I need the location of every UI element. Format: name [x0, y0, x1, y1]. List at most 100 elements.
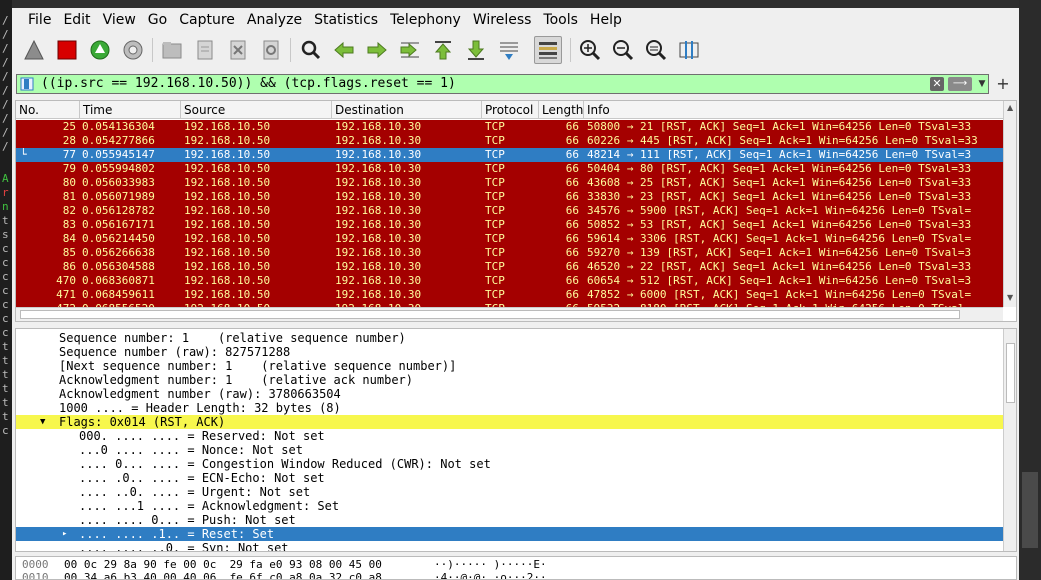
- menu-help[interactable]: Help: [584, 12, 628, 28]
- background-terminal-char: /: [2, 112, 9, 125]
- resize-columns-icon[interactable]: [675, 36, 703, 64]
- open-file-icon[interactable]: [158, 36, 186, 64]
- menu-edit[interactable]: Edit: [57, 12, 96, 28]
- menu-file[interactable]: File: [22, 12, 57, 28]
- detail-line[interactable]: .... ...1 .... = Acknowledgment: Set: [16, 499, 1003, 513]
- table-row[interactable]: 79 0.055994802 192.168.10.50 192.168.10.30 T…: [16, 162, 1003, 176]
- cell-proto: TCP: [485, 274, 505, 287]
- column-header-destination[interactable]: Destination: [332, 101, 482, 119]
- menu-capture[interactable]: Capture: [173, 12, 241, 28]
- menu-tools[interactable]: Tools: [537, 12, 584, 28]
- ascii-bytes[interactable]: ··)····· )·····E·: [434, 558, 547, 571]
- detail-line[interactable]: ...0 .... .... = Nonce: Not set: [16, 443, 1003, 457]
- cell-time: 0.056071989: [82, 190, 155, 203]
- cell-no: 28: [62, 134, 76, 147]
- zoom-out-icon[interactable]: [609, 36, 637, 64]
- table-row[interactable]: 77 0.055945147 192.168.10.50 192.168.10.30 T…: [16, 148, 1003, 162]
- detail-line[interactable]: ▸ .... .... .1.. = Reset: Set: [16, 527, 1003, 541]
- cell-dst: 192.168.10.30: [335, 288, 422, 301]
- table-row[interactable]: 84 0.056214450 192.168.10.50 192.168.10.30 T…: [16, 232, 1003, 246]
- cell-src: 192.168.10.50: [184, 274, 271, 287]
- detail-line[interactable]: Acknowledgment number (raw): 3780663504: [16, 387, 1003, 401]
- scroll-up-arrow-icon[interactable]: ▲: [1007, 103, 1013, 112]
- go-first-packet-icon[interactable]: [429, 36, 457, 64]
- table-row[interactable]: 470 0.068360871 192.168.10.50 192.168.10.30…: [16, 274, 1003, 288]
- close-file-icon[interactable]: [224, 36, 252, 64]
- column-header-source[interactable]: Source: [181, 101, 332, 119]
- go-forward-arrow-icon[interactable]: [363, 36, 391, 64]
- packet-list-horizontal-scrollbar[interactable]: [16, 307, 1003, 321]
- add-filter-button-icon[interactable]: +: [995, 74, 1011, 94]
- hex-bytes[interactable]: 00 0c 29 8a 90 fe 00 0c 29 fa e0 93 08 0…: [64, 558, 382, 571]
- clear-filter-icon[interactable]: ✕: [930, 77, 944, 91]
- detail-line[interactable]: .... 0... .... = Congestion Window Reduc…: [16, 457, 1003, 471]
- cell-proto: TCP: [485, 120, 505, 133]
- detail-line[interactable]: Sequence number (raw): 827571288: [16, 345, 1003, 359]
- column-header-info[interactable]: Info: [584, 101, 1003, 119]
- ascii-bytes[interactable]: ·4··@·@· ·o···2··: [434, 571, 547, 579]
- packet-list-vertical-scrollbar[interactable]: ▲ ▼: [1003, 101, 1016, 307]
- table-row[interactable]: 81 0.056071989 192.168.10.50 192.168.10.30 T…: [16, 190, 1003, 204]
- reload-file-icon[interactable]: [257, 36, 285, 64]
- detail-text: .... .... ..0. = Syn: Not set: [79, 541, 289, 552]
- table-row[interactable]: 28 0.054277866 192.168.10.50 192.168.10.30 T…: [16, 134, 1003, 148]
- column-header-protocol[interactable]: Protocol: [482, 101, 539, 119]
- expand-arrow-right-icon[interactable]: ▸: [62, 527, 67, 541]
- detail-line[interactable]: [Next sequence number: 1 (relative seque…: [16, 359, 1003, 373]
- detail-line[interactable]: .... .... 0... = Push: Not set: [16, 513, 1003, 527]
- background-terminal-char: s: [2, 228, 9, 241]
- capture-options-gear-icon[interactable]: [119, 36, 147, 64]
- table-row[interactable]: 471 0.068459611 192.168.10.50 192.168.10.30…: [16, 288, 1003, 302]
- normal-size-icon[interactable]: [642, 36, 670, 64]
- details-vertical-scrollbar[interactable]: [1003, 329, 1016, 551]
- flags-tree-item[interactable]: ▼ Flags: 0x014 (RST, ACK): [16, 415, 1003, 429]
- display-filter-input[interactable]: ((ip.src == 192.168.10.50)) && (tcp.flag…: [41, 76, 456, 91]
- shark-fin-start-icon[interactable]: [20, 36, 48, 64]
- detail-line[interactable]: .... .0.. .... = ECN-Echo: Not set: [16, 471, 1003, 485]
- go-last-packet-icon[interactable]: [462, 36, 490, 64]
- menu-statistics[interactable]: Statistics: [308, 12, 384, 28]
- column-header-no[interactable]: No.: [16, 101, 80, 119]
- find-packet-icon[interactable]: [297, 36, 325, 64]
- menu-wireless[interactable]: Wireless: [467, 12, 538, 28]
- filter-history-dropdown-icon[interactable]: ▼: [976, 75, 988, 93]
- table-row[interactable]: 82 0.056128782 192.168.10.50 192.168.10.30 T…: [16, 204, 1003, 218]
- detail-line[interactable]: Sequence number: 1 (relative sequence nu…: [16, 331, 1003, 345]
- table-row[interactable]: 85 0.056266638 192.168.10.50 192.168.10.30 T…: [16, 246, 1003, 260]
- apply-filter-arrow-icon[interactable]: ⟶: [948, 77, 972, 91]
- table-row[interactable]: 86 0.056304588 192.168.10.50 192.168.10.30 T…: [16, 260, 1003, 274]
- detail-line[interactable]: 000. .... .... = Reserved: Not set: [16, 429, 1003, 443]
- horizontal-scroll-thumb[interactable]: [20, 310, 960, 319]
- zoom-in-icon[interactable]: [576, 36, 604, 64]
- table-row[interactable]: 83 0.056167171 192.168.10.50 192.168.10.30 T…: [16, 218, 1003, 232]
- table-row[interactable]: 80 0.056033983 192.168.10.50 192.168.10.30 T…: [16, 176, 1003, 190]
- colorize-icon[interactable]: [534, 36, 562, 64]
- menu-analyze[interactable]: Analyze: [241, 12, 308, 28]
- go-to-packet-icon[interactable]: [396, 36, 424, 64]
- bookmark-icon[interactable]: [20, 77, 34, 91]
- menu-telephony[interactable]: Telephony: [384, 12, 467, 28]
- menu-go[interactable]: Go: [142, 12, 173, 28]
- cell-len: 66: [565, 288, 579, 301]
- hex-bytes[interactable]: 00 34 a6 b3 40 00 40 06 fe 6f c0 a8 0a 3…: [64, 571, 382, 579]
- cell-len: 66: [565, 120, 579, 133]
- cell-dst: 192.168.10.30: [335, 232, 422, 245]
- save-file-icon[interactable]: [191, 36, 219, 64]
- stop-square-icon[interactable]: [53, 36, 81, 64]
- detail-line[interactable]: Acknowledgment number: 1 (relative ack n…: [16, 373, 1003, 387]
- detail-line[interactable]: .... ..0. .... = Urgent: Not set: [16, 485, 1003, 499]
- column-header-length[interactable]: Length: [539, 101, 584, 119]
- expand-arrow-down-icon[interactable]: ▼: [40, 415, 45, 429]
- details-scroll-thumb[interactable]: [1006, 343, 1015, 403]
- background-terminal-char: /: [2, 70, 9, 83]
- menu-view[interactable]: View: [97, 12, 142, 28]
- autoscroll-icon[interactable]: [495, 36, 523, 64]
- detail-line[interactable]: 1000 .... = Header Length: 32 bytes (8): [16, 401, 1003, 415]
- table-row[interactable]: 25 0.054136304 192.168.10.50 192.168.10.30 T…: [16, 120, 1003, 134]
- go-back-arrow-icon[interactable]: [330, 36, 358, 64]
- cell-info: 34576 → 5900 [RST, ACK] Seq=1 Ack=1 Win=…: [587, 204, 972, 217]
- detail-line[interactable]: .... .... ..0. = Syn: Not set: [16, 541, 1003, 552]
- column-header-time[interactable]: Time: [80, 101, 181, 119]
- scroll-down-arrow-icon[interactable]: ▼: [1007, 293, 1013, 302]
- restart-capture-icon[interactable]: [86, 36, 114, 64]
